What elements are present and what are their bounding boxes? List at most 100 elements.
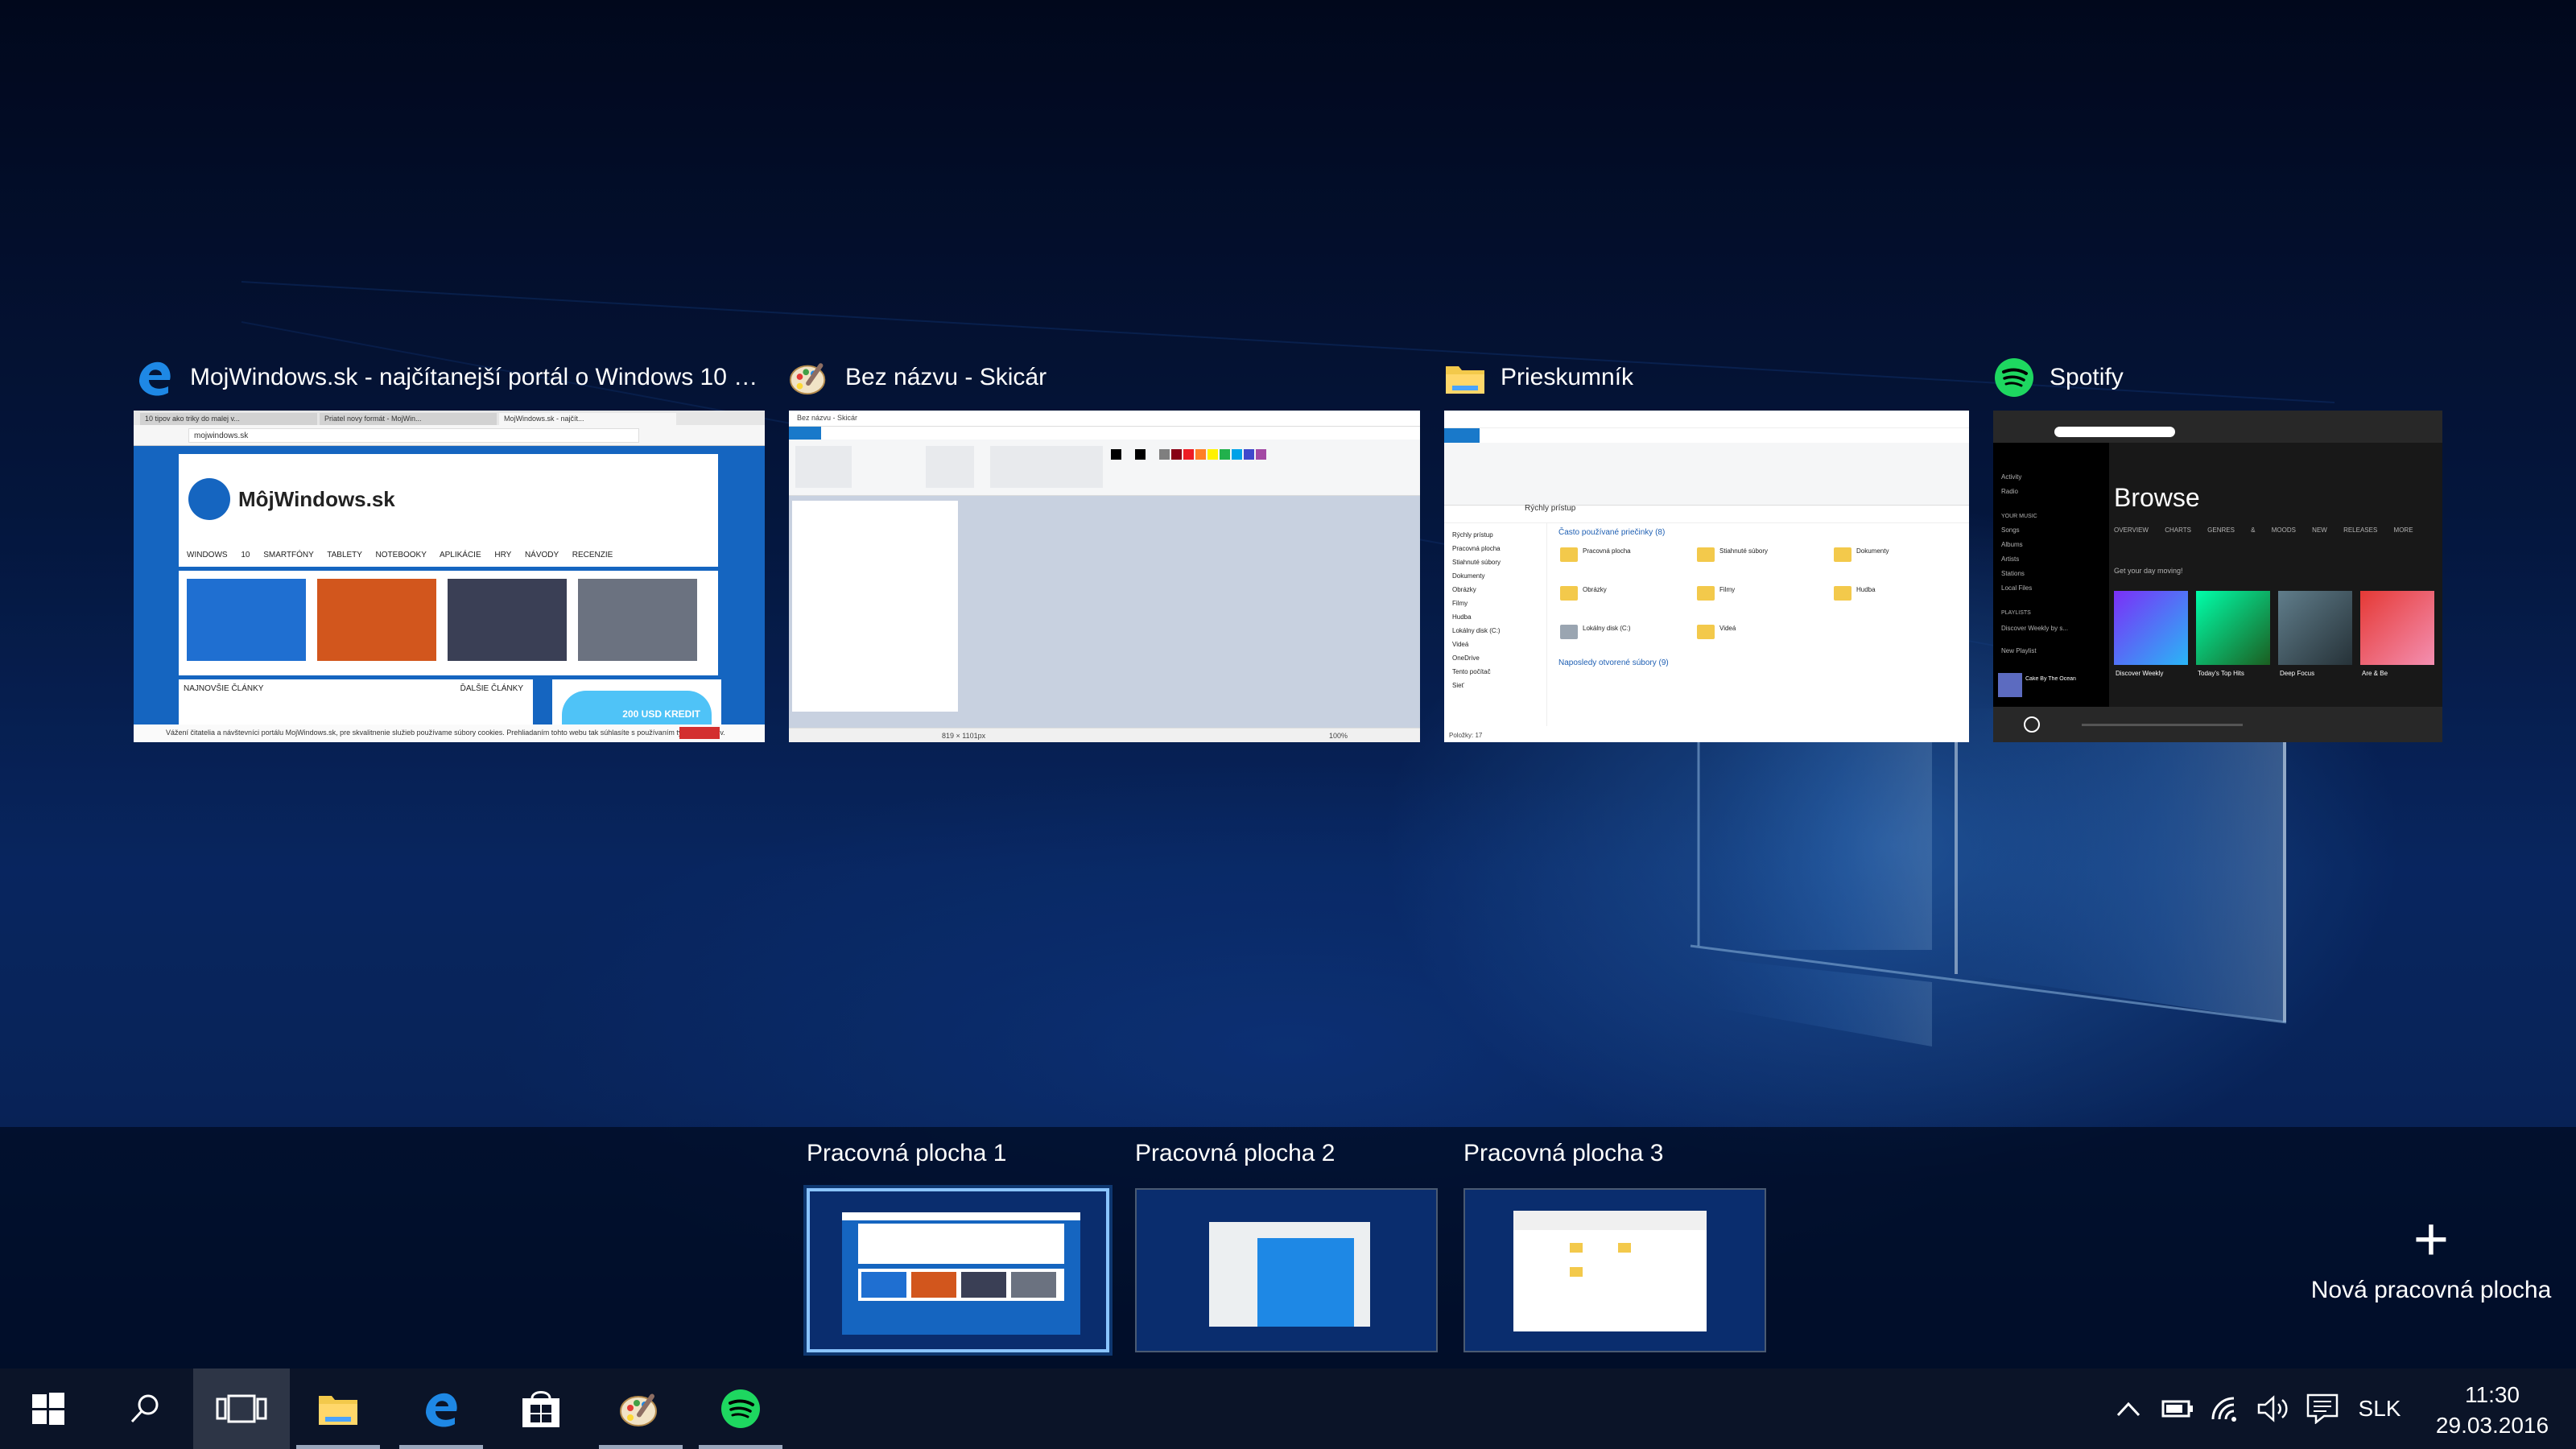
mini-tile: [911, 1272, 956, 1298]
address-bar: mojwindows.sk: [134, 425, 765, 446]
color-swatch: [1171, 449, 1182, 460]
desktop-2-thumbnail[interactable]: [1135, 1188, 1438, 1352]
nav-item: Obrázky: [1452, 586, 1476, 593]
nav-item: Stiahnuté súbory: [1452, 559, 1501, 566]
sidebar-item: Artists: [2001, 555, 2020, 563]
folder-icon: [1834, 547, 1852, 562]
status-bar: 819 × 1101px 100%: [789, 728, 1420, 742]
window-thumbnail-edge[interactable]: 10 tipov ako triky do malej v... Priatel…: [134, 411, 765, 742]
folder-icon: [1697, 586, 1715, 601]
playlist-cover: [2278, 591, 2352, 665]
window-paint[interactable]: Bez názvu - Skicár Bez názvu - Skicár 81…: [789, 351, 1420, 742]
start-button[interactable]: [0, 1368, 97, 1449]
sidebar-item: Local Files: [2001, 584, 2033, 592]
paint-icon: [789, 357, 831, 398]
mini-window: [1513, 1211, 1707, 1331]
desktop-2[interactable]: Pracovná plocha 2: [1135, 1140, 1438, 1352]
file-tab: [789, 427, 821, 440]
search-button[interactable]: [97, 1368, 193, 1449]
status-bar: Položky: 17: [1449, 732, 1483, 739]
file-tab: [1444, 428, 1480, 443]
current-path: Rýchly prístup: [1525, 504, 1576, 513]
nav-item: OneDrive: [1452, 654, 1480, 662]
mini-folder-icon: [1570, 1243, 1583, 1253]
recent-files-header: Naposledy otvorené súbory (9): [1558, 658, 1669, 667]
folder-icon: [1560, 586, 1578, 601]
playlist-title: Deep Focus: [2280, 670, 2315, 677]
spotify-icon: [1993, 357, 2035, 398]
show-hidden-icons-button[interactable]: [2109, 1368, 2148, 1449]
taskbar-store[interactable]: [493, 1368, 589, 1449]
browser-tab-active: MojWindows.sk - najčít...: [499, 413, 676, 425]
window-thumbnail-explorer[interactable]: Rýchly prístup Rýchly prístup Pracovná p…: [1444, 411, 1969, 742]
color-swatch: [1232, 449, 1242, 460]
chevron-up-icon: [2116, 1402, 2140, 1417]
nav-item: Hudba: [1452, 613, 1472, 621]
taskbar-edge[interactable]: [393, 1368, 489, 1449]
folder-icon: [1444, 357, 1486, 398]
network-button[interactable]: [2206, 1368, 2246, 1449]
taskbar-spotify[interactable]: [692, 1368, 789, 1449]
nav-item: Videá: [1452, 641, 1469, 648]
playlist-cover: [2360, 591, 2434, 665]
paint-icon: [620, 1393, 657, 1426]
battery-button[interactable]: [2157, 1368, 2198, 1449]
desktop-3[interactable]: Pracovná plocha 3: [1463, 1140, 1766, 1352]
battery-icon: [2161, 1400, 2193, 1418]
nav-item: Lokálny disk (C:): [1452, 627, 1501, 634]
mini-window: [842, 1212, 1080, 1335]
cookie-accept-button: [679, 727, 720, 739]
address-bar: Rýchly prístup: [1444, 504, 1969, 523]
desktop-1-thumbnail[interactable]: [803, 1185, 1113, 1356]
color-swatch: [1244, 449, 1254, 460]
window-title: Prieskumník: [1501, 364, 1634, 390]
window-title-bar: MojWindows.sk - najčítanejší portál o Wi…: [134, 351, 765, 404]
window-edge[interactable]: MojWindows.sk - najčítanejší portál o Wi…: [134, 351, 765, 742]
color-swatch: [1159, 449, 1170, 460]
browser-tab-strip: 10 tipov ako triky do malej v... Priatel…: [134, 411, 765, 425]
window-spotify[interactable]: Spotify Activity Radio YOUR MUSIC Songs …: [1993, 351, 2442, 742]
browser-tab: Priatel novy formát - MojWin...: [320, 413, 497, 425]
folder-icon: [1834, 586, 1852, 601]
taskbar-file-explorer[interactable]: [290, 1368, 386, 1449]
sidebar-item: Songs: [2001, 526, 2020, 534]
task-view-button[interactable]: [193, 1368, 290, 1449]
taskbar-paint[interactable]: [592, 1368, 689, 1449]
cookie-notice: Vážení čitatelia a návštevníci portálu M…: [134, 724, 765, 742]
paint-ribbon: [789, 440, 1420, 496]
folder-icon: [1697, 547, 1715, 562]
desktop-3-thumbnail[interactable]: [1463, 1188, 1766, 1352]
clock-button[interactable]: 11:30 29.03.2016: [2412, 1368, 2573, 1449]
spotify-top-bar: [1993, 411, 2442, 443]
volume-button[interactable]: [2254, 1368, 2294, 1449]
folder-name: Lokálny disk (C:): [1583, 625, 1631, 632]
desktop-1[interactable]: Pracovná plocha 1: [803, 1140, 1113, 1356]
sidebar-item: Activity: [2001, 473, 2022, 481]
site-menu: WINDOWS 10 SMARTFÓNY TABLETY NOTEBOOKY A…: [187, 551, 613, 559]
mini-window: [1257, 1238, 1354, 1327]
folder-name: Filmy: [1719, 586, 1736, 593]
nav-item: Filmy: [1452, 600, 1468, 607]
mini-folder-icon: [1618, 1243, 1631, 1253]
zoom-level: 100%: [1328, 732, 1348, 740]
new-desktop-button[interactable]: + Nová pracovná plocha: [2286, 1208, 2576, 1304]
window-thumbnail-paint[interactable]: Bez názvu - Skicár 819 × 1101px 100%: [789, 411, 1420, 742]
input-language-button[interactable]: SLK: [2347, 1368, 2412, 1449]
browse-tabs: OVERVIEW CHARTS GENRES & MOODS NEW RELEA…: [2114, 526, 2413, 534]
color-swatch: [1208, 449, 1218, 460]
now-playing-track: Cake By The Ocean: [2025, 676, 2076, 682]
window-title-bar: Bez názvu - Skicár: [789, 351, 1420, 404]
window-explorer[interactable]: Prieskumník Rýchly prístup Rýchly prístu…: [1444, 351, 1969, 742]
window-title: Bez názvu - Skicár: [845, 364, 1047, 390]
edge-icon: [426, 1393, 457, 1427]
url-text: mojwindows.sk: [188, 427, 639, 443]
window-thumbnail-spotify[interactable]: Activity Radio YOUR MUSIC Songs Albums A…: [1993, 411, 2442, 742]
nav-item: Dokumenty: [1452, 572, 1485, 580]
site-logo: MôjWindows.sk: [188, 478, 395, 520]
more-articles: ĎALŠIE ČLÁNKY: [460, 684, 523, 693]
action-center-button[interactable]: [2301, 1368, 2344, 1449]
nav-item: Tento počítač: [1452, 668, 1491, 675]
folder-name: Videá: [1719, 625, 1736, 632]
explorer-title-bar: [1444, 411, 1969, 428]
clock-time: 11:30: [2465, 1382, 2520, 1407]
